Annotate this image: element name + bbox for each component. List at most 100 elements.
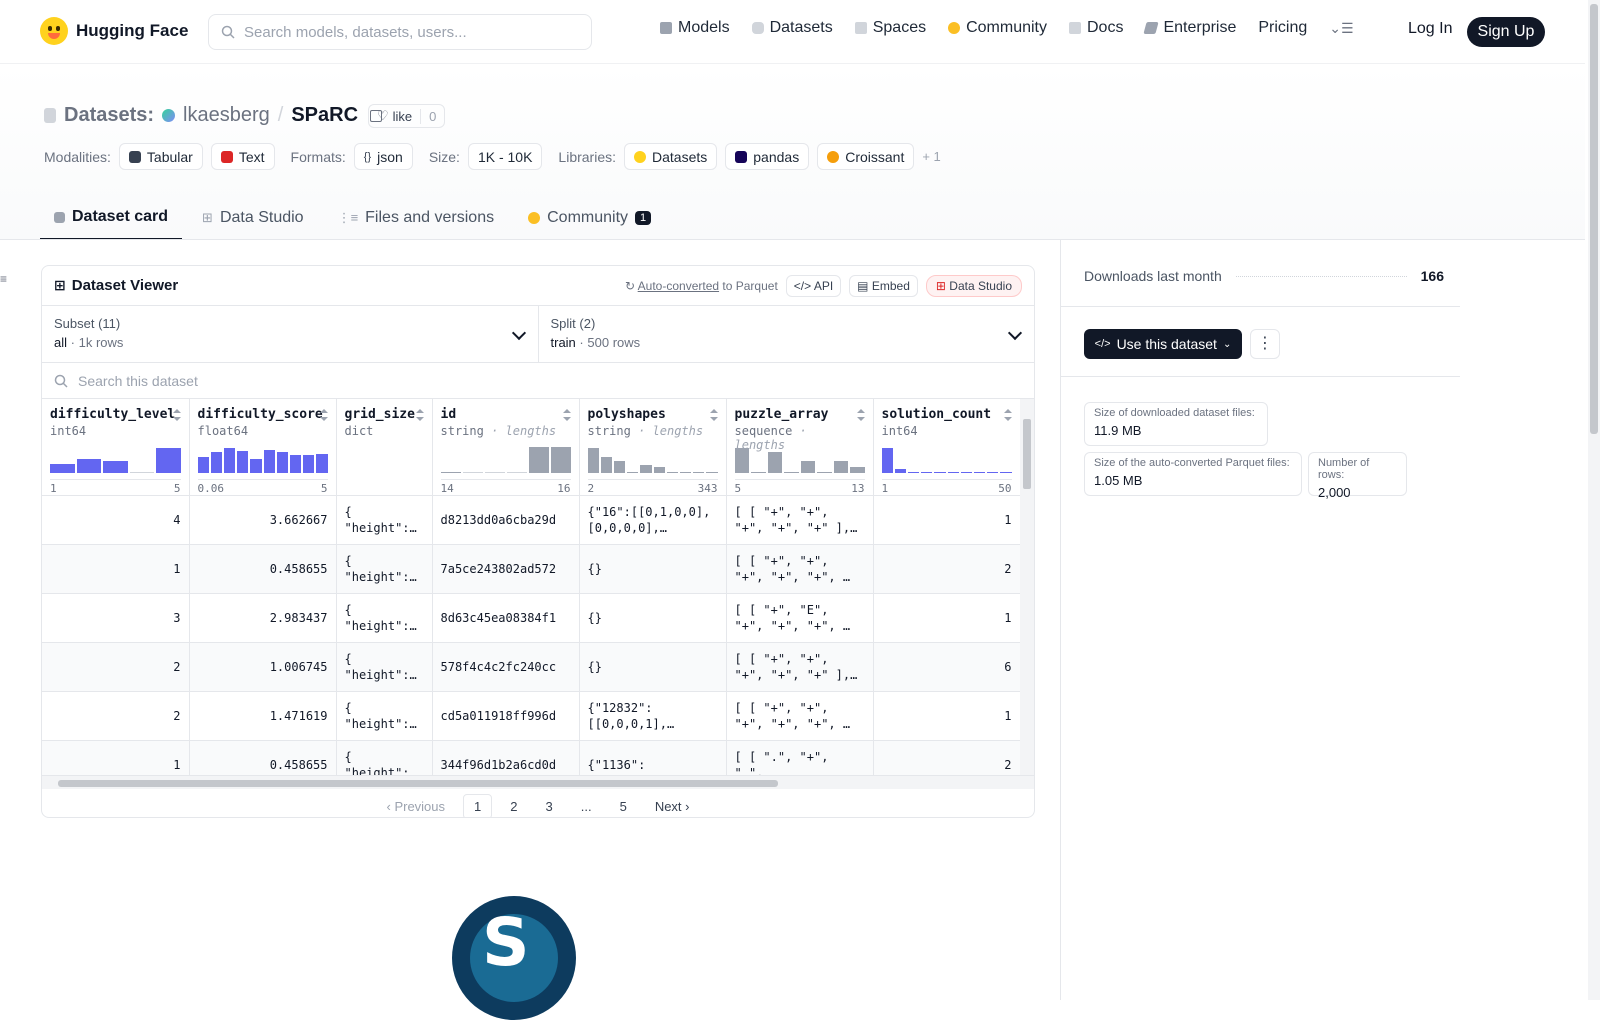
more-options-button[interactable]: ⋮ xyxy=(1250,329,1280,359)
sort-icon[interactable] xyxy=(562,409,571,421)
histogram-bar[interactable] xyxy=(316,453,328,473)
column-header-id[interactable]: id string · lengths 14 16 xyxy=(432,399,580,496)
histogram-bar[interactable] xyxy=(679,471,692,473)
nav-datasets[interactable]: Datasets xyxy=(751,19,833,37)
histogram-bar[interactable] xyxy=(921,471,933,473)
owner-link[interactable]: lkaesberg xyxy=(183,104,270,127)
table-cell[interactable]: 2 xyxy=(873,544,1021,594)
dataset-search-input[interactable]: Search this dataset xyxy=(42,363,1034,399)
column-header-difficulty-score[interactable]: difficulty_score float64 0.06 5 xyxy=(189,399,337,496)
histogram-bar[interactable] xyxy=(800,461,815,473)
histogram-bar[interactable] xyxy=(506,472,527,473)
tag-croissant[interactable]: Croissant xyxy=(817,143,915,170)
histogram-bar[interactable] xyxy=(767,452,782,473)
api-button[interactable]: </> API xyxy=(785,274,842,297)
column-header-grid-size[interactable]: grid_size dict xyxy=(336,399,433,496)
subset-select[interactable]: Subset (11) all · 1k rows xyxy=(42,306,538,362)
sort-icon[interactable] xyxy=(709,409,718,421)
histogram-bar[interactable] xyxy=(289,454,302,473)
histogram-bar[interactable] xyxy=(50,463,75,473)
histogram-bar[interactable] xyxy=(237,450,249,473)
sort-icon[interactable] xyxy=(172,409,181,421)
table-cell[interactable]: 2 xyxy=(42,642,190,692)
use-dataset-button[interactable]: </> Use this dataset ⌄ xyxy=(1084,329,1242,359)
tag-size[interactable]: 1K - 10K xyxy=(467,143,543,170)
histogram-bar[interactable] xyxy=(197,457,209,473)
histogram-bar[interactable] xyxy=(947,471,959,473)
table-cell[interactable]: d8213dd0a6cba29d xyxy=(432,495,580,545)
table-cell[interactable]: 7a5ce243802ad572 xyxy=(432,544,580,594)
histogram-bar[interactable] xyxy=(156,448,181,473)
table-cell[interactable]: { "height": 5, "width"… xyxy=(336,495,433,545)
table-cell[interactable]: [ [ "+", "E", "+", "+", "+", ".", "+… xyxy=(726,593,874,643)
histogram-bar[interactable] xyxy=(833,461,848,473)
histogram-bar[interactable] xyxy=(653,466,665,473)
tag-json[interactable]: {} json xyxy=(353,143,413,170)
tag-text[interactable]: Text xyxy=(210,143,275,170)
table-cell[interactable]: {} xyxy=(579,642,727,692)
tag-datasets[interactable]: Datasets xyxy=(624,143,718,170)
table-row[interactable]: 32.983437{ "height": 2, "width"…8d63c45e… xyxy=(42,593,1021,643)
table-cell[interactable]: { "height": 2, "width"… xyxy=(336,593,433,643)
table-cell[interactable]: {"12832": [[0,0,0,1],… xyxy=(579,691,727,741)
nav-community[interactable]: Community xyxy=(948,19,1047,37)
table-cell[interactable]: 2 xyxy=(873,740,1021,775)
histogram-bar[interactable] xyxy=(706,472,718,473)
histogram-bar[interactable] xyxy=(640,465,652,473)
tab-community[interactable]: Community 1 xyxy=(514,196,665,240)
embed-button[interactable]: ▤ Embed xyxy=(849,274,918,297)
histogram-bar[interactable] xyxy=(462,472,483,473)
table-cell[interactable]: 3.662667 xyxy=(189,495,337,545)
auto-converted-link[interactable]: ↻ Auto-converted to Parquet xyxy=(625,279,778,293)
table-cell[interactable]: 1.471619 xyxy=(189,691,337,741)
histogram-bar[interactable] xyxy=(1000,472,1012,473)
next-page-button[interactable]: Next › xyxy=(645,795,700,818)
sort-icon[interactable] xyxy=(1003,409,1012,421)
tab-data-studio[interactable]: ⊞ Data Studio xyxy=(188,196,318,240)
table-cell[interactable]: 4 xyxy=(42,495,190,545)
page-button[interactable]: 2 xyxy=(500,795,527,818)
histogram-bar[interactable] xyxy=(600,457,612,473)
table-cell[interactable]: [ [ ".", "+", ".", xyxy=(726,740,874,775)
histogram-bar[interactable] xyxy=(734,448,749,473)
table-cell[interactable]: 1 xyxy=(42,740,190,775)
histogram-bar[interactable] xyxy=(263,449,275,473)
more-libraries[interactable]: + 1 xyxy=(922,149,940,164)
histogram-bar[interactable] xyxy=(666,471,678,473)
table-cell[interactable]: 1 xyxy=(873,495,1021,545)
previous-page-button[interactable]: ‹ Previous xyxy=(377,795,456,818)
table-cell[interactable]: [ [ "+", "+", "+", "+", "+", "G", "S… xyxy=(726,544,874,594)
table-cell[interactable]: [ [ "+", "+", "+", "+", "+", "+",… xyxy=(726,691,874,741)
nav-docs[interactable]: Docs xyxy=(1069,19,1123,37)
histogram-bar[interactable] xyxy=(276,452,288,473)
histogram-bar[interactable] xyxy=(907,471,920,473)
table-cell[interactable]: 2 xyxy=(42,691,190,741)
histogram-bar[interactable] xyxy=(881,448,893,473)
table-cell[interactable]: 344f96d1b2a6cd0d xyxy=(432,740,580,775)
histogram-bar[interactable] xyxy=(223,448,236,473)
column-header-solution-count[interactable]: solution_count int64 1 50 xyxy=(873,399,1021,496)
table-cell[interactable]: {} xyxy=(579,544,727,594)
tag-tabular[interactable]: Tabular xyxy=(118,143,203,170)
table-cell[interactable]: { "height": 2, "width"… xyxy=(336,544,433,594)
tab-dataset-card[interactable]: Dataset card xyxy=(40,196,183,240)
page-scrollbar[interactable] xyxy=(1588,0,1600,1000)
table-cell[interactable]: [ [ "+", "+", "+", "+", "+" ], [ "+"… xyxy=(726,495,874,545)
table-cell[interactable]: 0.458655 xyxy=(189,740,337,775)
table-cell[interactable]: 578f4c4c2fc240cc xyxy=(432,642,580,692)
sort-icon[interactable] xyxy=(319,409,328,421)
histogram-bar[interactable] xyxy=(76,458,101,473)
table-row[interactable]: 1 0.458655{ "height": 344f96d1b2a6cd0d {"11… xyxy=(42,740,1021,775)
dataset-name[interactable]: SPaRC xyxy=(291,104,358,127)
table-cell[interactable]: 6 xyxy=(873,642,1021,692)
histogram-bar[interactable] xyxy=(817,471,832,473)
histogram-bar[interactable] xyxy=(250,458,262,473)
histogram-bar[interactable] xyxy=(850,466,865,473)
page-button[interactable]: 5 xyxy=(610,795,637,818)
histogram-bar[interactable] xyxy=(693,472,705,473)
histogram-bar[interactable] xyxy=(894,469,906,473)
nav-enterprise[interactable]: Enterprise xyxy=(1143,19,1236,37)
table-row[interactable]: 10.458655{ "height": 2, "width"…7a5ce243… xyxy=(42,544,1021,594)
table-cell[interactable]: [ [ "+", "+", "+", "+", "+" ], [ "+"… xyxy=(726,642,874,692)
table-cell[interactable]: {"16":[[0,1,0,0],[0,0,0,0],… xyxy=(579,495,727,545)
